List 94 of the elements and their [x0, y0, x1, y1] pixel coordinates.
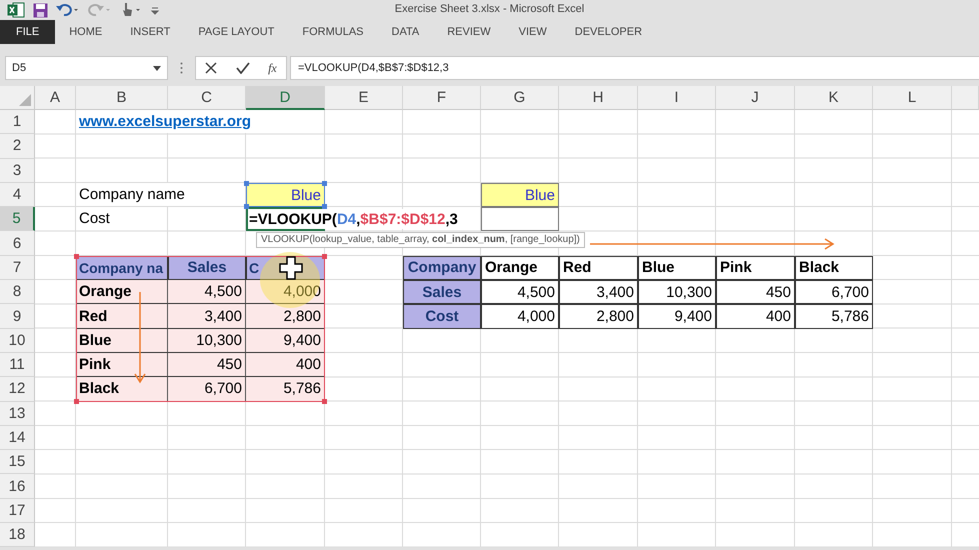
table-cell: 400	[246, 352, 325, 378]
formula-field[interactable]: =VLOOKUP(D4,$B$7:$D$12,3	[290, 56, 979, 80]
header-cell: Red	[559, 256, 638, 280]
column-header[interactable]: I	[638, 86, 716, 110]
header-cell: Black	[795, 256, 873, 280]
table-cell: Pink	[76, 352, 168, 378]
header-cell: Sales	[168, 256, 246, 280]
header-cell: Blue	[638, 256, 716, 280]
row-header[interactable]: 10	[0, 328, 35, 353]
ribbon-tab[interactable]: INSERT	[116, 20, 184, 44]
row-header[interactable]: 9	[0, 304, 35, 329]
row-header[interactable]: 11	[0, 352, 35, 378]
row-header[interactable]: 18	[0, 523, 35, 548]
column-header[interactable]: B	[76, 86, 168, 110]
column-header[interactable]: K	[795, 86, 873, 110]
table-cell: Black	[76, 377, 168, 402]
table-cell: Blue	[76, 328, 168, 353]
table-cell: 6,700	[168, 377, 246, 402]
row-header[interactable]: 5	[0, 207, 35, 232]
column-header[interactable]: C	[168, 86, 246, 110]
hand-icon[interactable]	[120, 2, 142, 18]
table-cell: 450	[716, 280, 795, 304]
row-header[interactable]: 4	[0, 182, 35, 208]
ribbon-tab[interactable]: DATA	[378, 20, 434, 44]
table-cell: 6,700	[795, 280, 873, 304]
table-cell: 10,300	[638, 280, 716, 304]
header-cell: Orange	[481, 256, 559, 280]
lookup-cell[interactable]: Blue	[481, 182, 559, 208]
column-header[interactable]: D	[246, 86, 325, 110]
table-cell: Red	[76, 304, 168, 329]
table-cell: 3,400	[559, 280, 638, 304]
table-cell: 9,400	[638, 304, 716, 329]
header-cell: Sales	[403, 280, 481, 304]
column-header[interactable]: F	[403, 86, 481, 110]
column-header[interactable]: L	[873, 86, 952, 110]
row-header[interactable]: 17	[0, 498, 35, 524]
header-cell: Pink	[716, 256, 795, 280]
undo-icon[interactable]	[56, 3, 80, 17]
row-header[interactable]: 13	[0, 402, 35, 426]
column-header[interactable]: E	[325, 86, 403, 110]
ribbon-tab[interactable]: PAGE LAYOUT	[184, 20, 288, 44]
table-cell: 4,500	[168, 280, 246, 304]
table-cell: 4,000	[246, 280, 325, 304]
dropdown-icon[interactable]	[153, 66, 161, 70]
table-cell: 10,300	[168, 328, 246, 353]
ribbon-tab[interactable]: DEVELOPER	[560, 20, 656, 44]
column-header[interactable]: J	[716, 86, 795, 110]
header-cell: Cost	[403, 304, 481, 329]
row-header[interactable]: 14	[0, 426, 35, 450]
ribbon-tab[interactable]: VIEW	[504, 20, 561, 44]
ribbon-tab[interactable]: REVIEW	[433, 20, 505, 44]
table-cell: 400	[716, 304, 795, 329]
insert-function-button[interactable]: fx	[268, 60, 277, 76]
table-cell: 2,800	[559, 304, 638, 329]
window-title: Exercise Sheet 3.xlsx - Microsoft Excel	[394, 3, 584, 15]
spreadsheet-app-icon	[7, 2, 25, 18]
row-header[interactable]: 6	[0, 231, 35, 256]
table-cell: 3,400	[168, 304, 246, 329]
column-header[interactable]: A	[35, 86, 76, 110]
table-cell: 4,000	[481, 304, 559, 329]
row-header[interactable]: 12	[0, 377, 35, 402]
header-cell: Company na	[76, 256, 168, 280]
table-cell: 2,800	[246, 304, 325, 329]
customize-icon[interactable]	[150, 5, 160, 15]
column-header[interactable]: H	[559, 86, 638, 110]
table-cell: 9,400	[246, 328, 325, 353]
row-header[interactable]: 1	[0, 110, 35, 134]
row-header[interactable]: 2	[0, 134, 35, 159]
column-header[interactable]: G	[481, 86, 559, 110]
grip-icon	[180, 62, 183, 74]
table-cell: 5,786	[246, 377, 325, 402]
ribbon-tab[interactable]: FILE	[0, 20, 56, 44]
cross-cursor-icon	[279, 256, 303, 280]
ribbon-tab[interactable]: HOME	[55, 20, 116, 44]
cancel-icon[interactable]	[205, 62, 218, 74]
redo-icon	[88, 3, 112, 17]
save-icon[interactable]	[33, 2, 48, 18]
row-header[interactable]: 15	[0, 450, 35, 474]
table-cell: 4,500	[481, 280, 559, 304]
empty-cell[interactable]	[481, 207, 559, 232]
table-cell: 5,786	[795, 304, 873, 329]
row-header[interactable]: 7	[0, 256, 35, 280]
ribbon-tab[interactable]: FORMULAS	[288, 20, 378, 44]
row-header[interactable]: 8	[0, 280, 35, 304]
link[interactable]: www.excelsuperstar.org	[76, 110, 254, 134]
table-cell: 450	[168, 352, 246, 378]
row-header[interactable]: 16	[0, 474, 35, 499]
row-header[interactable]: 3	[0, 158, 35, 183]
header-cell: Company	[403, 256, 481, 280]
name-box[interactable]: D5	[5, 56, 168, 80]
enter-icon[interactable]	[236, 62, 250, 74]
table-cell: Orange	[76, 280, 168, 304]
formula-tooltip: VLOOKUP(lookup_value, table_array, col_index_num, [range_lookup])	[256, 232, 585, 248]
formula-cell[interactable]: =VLOOKUP(D4,$B$7:$D$12,3	[248, 209, 459, 230]
